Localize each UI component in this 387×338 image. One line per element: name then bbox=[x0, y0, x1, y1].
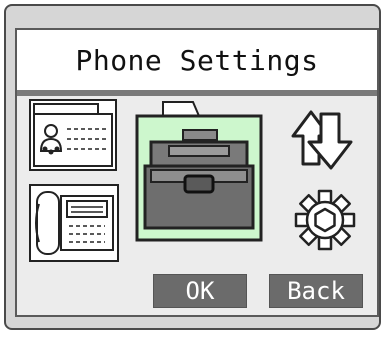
desk-phone-icon[interactable] bbox=[29, 99, 117, 171]
icon-grid: OK Back bbox=[17, 96, 377, 315]
screen: Phone Settings OK Back bbox=[15, 28, 379, 317]
gear-icon[interactable] bbox=[293, 188, 357, 252]
page-title: Phone Settings bbox=[75, 43, 319, 77]
transfer-arrows-icon[interactable] bbox=[287, 102, 359, 174]
back-button[interactable]: Back bbox=[269, 274, 363, 308]
ok-button[interactable]: OK bbox=[153, 274, 247, 308]
toolbox-icon-selected[interactable] bbox=[129, 96, 269, 246]
device-frame: Phone Settings OK Back bbox=[4, 4, 381, 330]
title-bar: Phone Settings bbox=[17, 30, 377, 90]
handset-phone-icon[interactable] bbox=[29, 184, 119, 262]
